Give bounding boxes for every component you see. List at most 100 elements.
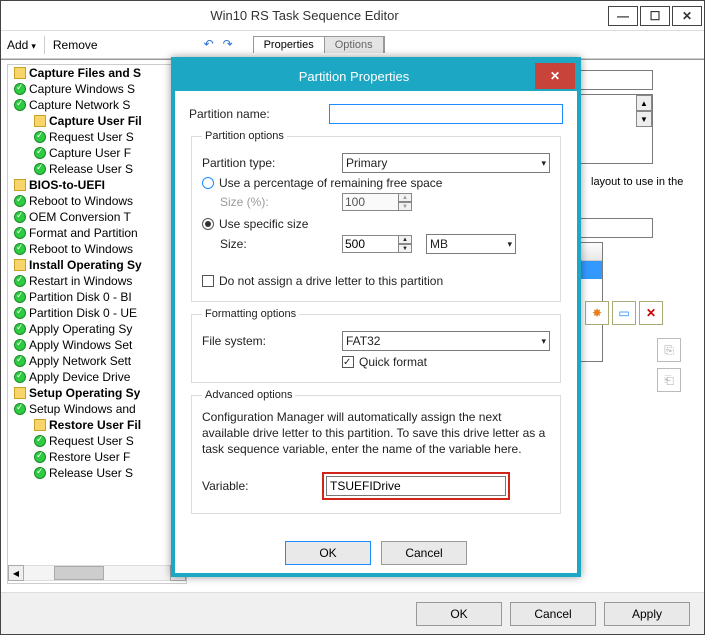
size-label: Size: [220,237,342,251]
partition-type-select[interactable]: Primary [342,153,550,173]
tree-item-label: Restart in Windows [29,274,132,288]
ok-button[interactable]: OK [416,602,502,626]
size-percent-label: Size (%): [220,195,342,209]
size-spinner[interactable]: ▲▼ [342,235,412,253]
apply-button[interactable]: Apply [604,602,690,626]
task-sequence-tree[interactable]: Capture Files and S Capture Windows S Capt… [7,64,187,584]
tree-item-label: Capture Files and S [29,66,141,80]
check-icon [14,211,26,223]
modal-cancel-button[interactable]: Cancel [381,541,467,565]
tree-step[interactable]: Reboot to Windows [14,193,186,209]
tree-step[interactable]: Capture Windows S [14,81,186,97]
tree-item-label: Capture Windows S [29,82,135,96]
redo-icon[interactable]: ↷ [223,37,239,53]
tree-step[interactable]: Restore User F [14,449,186,465]
tree-step[interactable]: Apply Device Drive [14,369,186,385]
maximize-button[interactable]: ☐ [640,6,670,26]
file-system-select[interactable]: FAT32 [342,331,550,351]
tree-group[interactable]: Install Operating Sy [14,257,186,273]
spinner-down-icon[interactable]: ▼ [398,244,412,253]
tree-step[interactable]: Request User S [14,129,186,145]
tree-item-label: Reboot to Windows [29,194,133,208]
tree-group[interactable]: Setup Operating Sy [14,385,186,401]
tree-step[interactable]: Release User S [14,161,186,177]
scroll-up-icon[interactable]: ▲ [636,95,652,111]
tree-step[interactable]: Apply Windows Set [14,337,186,353]
tree-step[interactable]: Capture User F [14,145,186,161]
check-icon [14,371,26,383]
tree-item-label: Apply Operating Sy [29,322,132,336]
partition-name-input[interactable] [329,104,563,124]
scroll-thumb[interactable] [54,566,104,580]
quick-format-checkbox[interactable] [342,356,354,368]
check-icon [34,147,46,159]
tree-group[interactable]: Capture Files and S [14,65,186,81]
close-button[interactable]: ✕ [672,6,702,26]
check-icon [14,99,26,111]
check-icon [14,227,26,239]
variable-input[interactable] [326,476,506,496]
tab-properties[interactable]: Properties [254,37,325,53]
advanced-options-group: Advanced options Configuration Manager w… [191,389,561,514]
move-down-icon[interactable]: ⎗ [657,368,681,392]
check-icon [34,435,46,447]
folder-icon [14,259,26,271]
modal-ok-button[interactable]: OK [285,541,371,565]
tree-group[interactable]: BIOS-to-UEFI [14,177,186,193]
check-icon [34,467,46,479]
tree-group[interactable]: Capture User Fil [14,113,186,129]
tree-scrollbar[interactable]: ◀ ▶ [8,565,186,581]
tree-step[interactable]: OEM Conversion T [14,209,186,225]
tree-step[interactable]: Apply Network Sett [14,353,186,369]
tree-group[interactable]: Restore User Fil [14,417,186,433]
tree-step[interactable]: Format and Partition [14,225,186,241]
partition-properties-dialog: Partition Properties ✕ Partition name: P… [171,57,581,577]
tab-options[interactable]: Options [325,37,384,53]
no-drive-letter-checkbox[interactable] [202,275,214,287]
cancel-button[interactable]: Cancel [510,602,596,626]
use-percentage-radio[interactable] [202,177,214,189]
modal-titlebar[interactable]: Partition Properties ✕ [175,61,577,91]
tree-item-label: Apply Network Sett [29,354,131,368]
tree-item-label: Restore User Fil [49,418,141,432]
size-unit-select[interactable]: MB [426,234,516,254]
formatting-legend: Formatting options [202,308,299,320]
tree-step[interactable]: Setup Windows and [14,401,186,417]
size-input[interactable] [342,235,398,253]
spinner-up-icon[interactable]: ▲ [398,235,412,244]
tree-step[interactable]: Partition Disk 0 - BI [14,289,186,305]
tree-step[interactable]: Reboot to Windows [14,241,186,257]
new-volume-icon[interactable]: ✸ [585,301,609,325]
check-icon [34,163,46,175]
file-system-label: File system: [202,334,342,348]
task-sequence-editor-window: Win10 RS Task Sequence Editor — ☐ ✕ Add … [0,0,705,635]
tree-step[interactable]: Release User S [14,465,186,481]
partition-options-group: Partition options Partition type: Primar… [191,130,561,302]
add-dropdown[interactable]: Add [7,38,36,52]
tree-step[interactable]: Request User S [14,433,186,449]
hint-text: layout to use in the [591,176,698,188]
remove-button[interactable]: Remove [53,38,98,52]
check-icon [14,339,26,351]
check-icon [14,83,26,95]
minimize-button[interactable]: — [608,6,638,26]
tree-step[interactable]: Apply Operating Sy [14,321,186,337]
tree-item-label: Apply Windows Set [29,338,132,352]
scroll-left-icon[interactable]: ◀ [8,565,24,581]
properties-volume-icon[interactable]: ▭ [612,301,636,325]
tree-item-label: Capture Network S [29,98,130,112]
tree-item-label: Reboot to Windows [29,242,133,256]
modal-close-button[interactable]: ✕ [535,63,575,89]
undo-icon[interactable]: ↶ [204,37,220,53]
use-specific-size-radio[interactable] [202,218,214,230]
tree-step[interactable]: Capture Network S [14,97,186,113]
tree-step[interactable]: Partition Disk 0 - UE [14,305,186,321]
folder-icon [34,115,46,127]
delete-volume-icon[interactable]: ✕ [639,301,663,325]
tree-step[interactable]: Restart in Windows [14,273,186,289]
tree-item-label: OEM Conversion T [29,210,131,224]
advanced-description: Configuration Manager will automatically… [202,409,550,458]
scroll-down-icon[interactable]: ▼ [636,111,652,127]
move-up-icon[interactable]: ⎘ [657,338,681,362]
use-specific-size-label: Use specific size [219,217,308,231]
